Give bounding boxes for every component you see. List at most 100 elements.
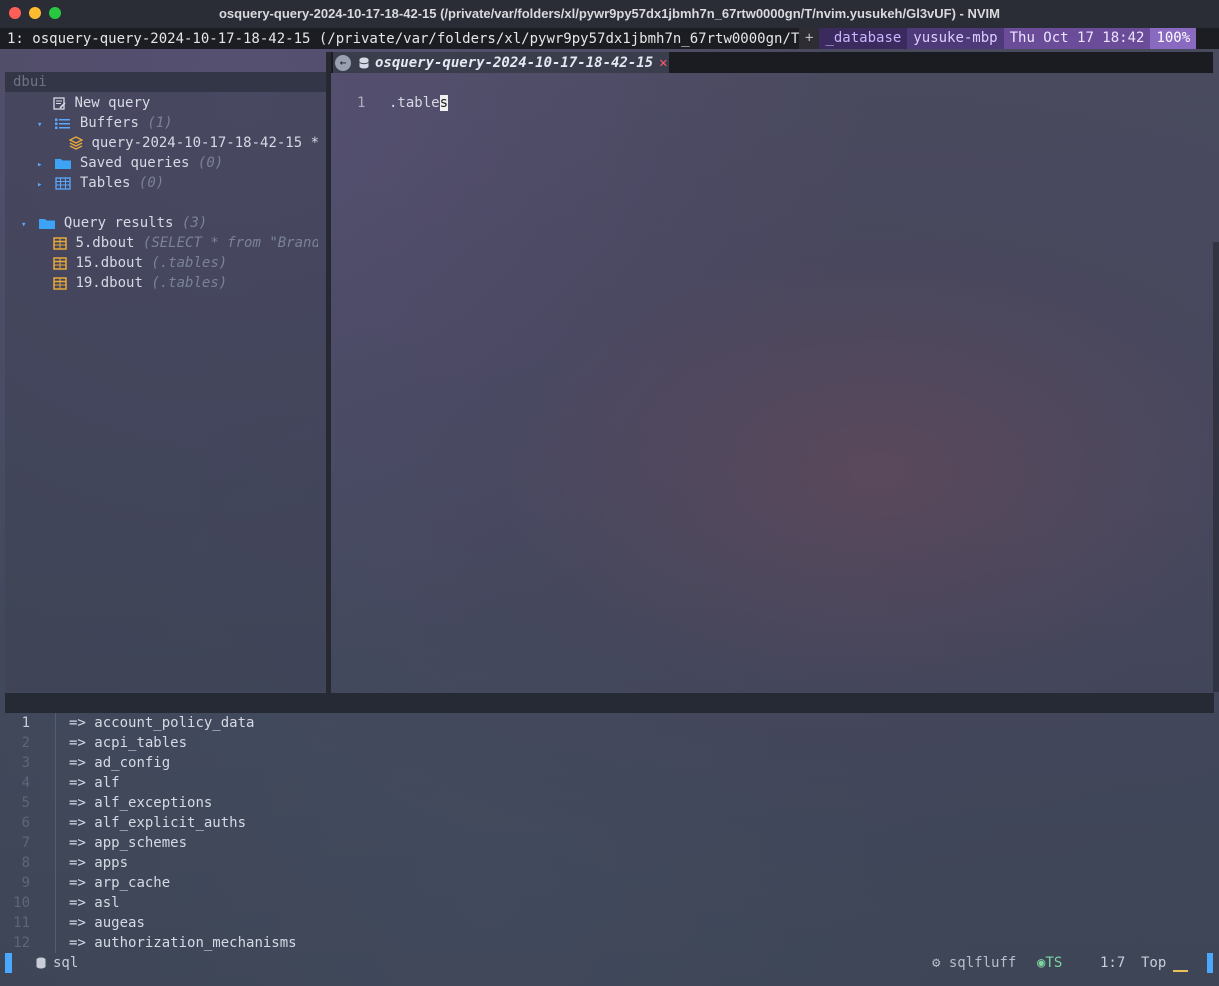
result-line-number: 2 xyxy=(21,735,30,751)
expanded-arrow-icon[interactable]: ▾ xyxy=(37,115,47,135)
tab-close-icon[interactable]: ✕ xyxy=(659,55,667,71)
result-table-icon xyxy=(53,275,75,291)
tab-osquery-query[interactable]: ← osquery-query-2024-10-17-18-42-15 ✕ xyxy=(333,52,669,73)
tree-item-buffers[interactable]: ▾ Buffers (1) xyxy=(37,113,173,133)
tab-title: osquery-query-2024-10-17-18-42-15 xyxy=(375,54,654,71)
result-row[interactable]: => account_policy_data xyxy=(69,713,254,733)
result-row[interactable]: => augeas xyxy=(69,913,145,933)
result-detail: (.tables) xyxy=(151,275,228,291)
tree-item-result[interactable]: 5.dbout (SELECT * from "Brands" xyxy=(53,233,318,253)
result-row[interactable]: => authorization_mechanisms xyxy=(69,933,297,953)
tmux-datetime: Thu Oct 17 18:42 xyxy=(1003,28,1151,49)
editor-cursor: s xyxy=(439,95,449,111)
result-row[interactable]: => alf_explicit_auths xyxy=(69,813,246,833)
mode-indicator xyxy=(5,953,12,973)
tree-item-label: Tables xyxy=(79,175,131,191)
treesitter-status: ◉TS xyxy=(1037,953,1062,973)
tmux-status-bar: 1: osquery-query-2024-10-17-18-42-15 (/p… xyxy=(0,28,1219,49)
result-table-name: arp_cache xyxy=(94,875,171,891)
editor-scrollbar[interactable] xyxy=(1213,242,1219,692)
result-line-number: 6 xyxy=(21,815,30,831)
right-indicator xyxy=(1207,953,1213,973)
result-arrow: => xyxy=(69,915,86,931)
result-row[interactable]: => ad_config xyxy=(69,753,170,773)
result-arrow: => xyxy=(69,855,86,871)
result-line-number: 7 xyxy=(21,835,30,851)
folder-icon xyxy=(31,215,64,231)
tree-item-result[interactable]: 19.dbout (.tables) xyxy=(53,273,227,293)
horizontal-split-divider[interactable] xyxy=(5,693,1214,713)
results-count: (3) xyxy=(181,215,208,231)
result-detail: (.tables) xyxy=(151,255,228,271)
tree-item-saved-queries[interactable]: ▸ Saved queries (0) xyxy=(37,153,223,173)
gears-icon: ⚙ xyxy=(932,955,941,971)
result-line-number: 10 xyxy=(13,895,30,911)
filetype: sql xyxy=(53,955,79,971)
result-table-name: augeas xyxy=(94,915,145,931)
result-row[interactable]: => acpi_tables xyxy=(69,733,187,753)
tree-item-query-results[interactable]: ▾ Query results (3) xyxy=(21,213,207,233)
expanded-arrow-icon[interactable]: ▾ xyxy=(21,215,31,235)
result-row[interactable]: => arp_cache xyxy=(69,873,170,893)
new-query-icon xyxy=(53,95,74,111)
tmux-new-window[interactable]: + xyxy=(799,28,820,49)
list-icon xyxy=(47,115,80,131)
result-arrow: => xyxy=(69,935,86,951)
result-row[interactable]: => alf xyxy=(69,773,120,793)
tree-item-buffer[interactable]: query-2024-10-17-18-42-15 * xyxy=(69,133,319,153)
tree-item-label: Buffers xyxy=(79,115,139,131)
tables-count: (0) xyxy=(138,175,165,191)
buffers-count: (1) xyxy=(147,115,173,131)
database-icon xyxy=(36,953,46,973)
folder-icon xyxy=(47,155,80,171)
scroll-position: Top xyxy=(1141,955,1167,971)
nvim-tabline: ← osquery-query-2024-10-17-18-42-15 ✕ xyxy=(331,52,1213,73)
tmux-window-name[interactable]: 1: osquery-query-2024-10-17-18-42-15 (/p… xyxy=(0,31,799,47)
result-line-number: 5 xyxy=(21,795,30,811)
result-line-number: 1 xyxy=(21,715,30,731)
result-table-name: app_schemes xyxy=(94,835,188,851)
result-name: 19.dbout xyxy=(75,275,143,291)
tree-item-label: query-2024-10-17-18-42-15 * xyxy=(91,135,320,151)
tmux-session-name: _database xyxy=(819,28,908,49)
tree-item-new-query[interactable]: New query xyxy=(53,93,150,113)
tmux-hostname: yusuke-mbp xyxy=(907,28,1004,49)
back-arrow-icon[interactable]: ← xyxy=(335,54,351,71)
sidebar-header: dbui xyxy=(5,72,326,92)
result-arrow: => xyxy=(69,895,86,911)
result-table-name: account_policy_data xyxy=(94,715,255,731)
result-row[interactable]: => asl xyxy=(69,893,120,913)
result-table-name: apps xyxy=(94,855,129,871)
result-name: 15.dbout xyxy=(75,255,143,271)
tree-item-result[interactable]: 15.dbout (.tables) xyxy=(53,253,227,273)
window-titlebar: osquery-query-2024-10-17-18-42-15 (/priv… xyxy=(0,0,1219,28)
tree-item-tables[interactable]: ▸ Tables (0) xyxy=(37,173,164,193)
collapsed-arrow-icon[interactable]: ▸ xyxy=(37,155,47,175)
result-arrow: => xyxy=(69,835,86,851)
result-arrow: => xyxy=(69,735,86,751)
result-arrow: => xyxy=(69,775,86,791)
editor-line[interactable]: .tables xyxy=(389,93,449,113)
layers-icon xyxy=(69,135,91,151)
vertical-split-divider[interactable] xyxy=(326,52,331,693)
cursor-position: 1:7 xyxy=(1100,955,1126,971)
result-row[interactable]: => app_schemes xyxy=(69,833,187,853)
result-line-number: 12 xyxy=(13,935,30,951)
result-table-icon xyxy=(53,235,75,251)
saved-count: (0) xyxy=(197,155,224,171)
result-table-name: alf_explicit_auths xyxy=(94,815,247,831)
result-row[interactable]: => alf_exceptions xyxy=(69,793,212,813)
editor-text: .table xyxy=(389,95,440,111)
result-arrow: => xyxy=(69,715,86,731)
result-table-name: alf_exceptions xyxy=(94,795,213,811)
linter-status: ⚙ sqlfluff xyxy=(932,953,1016,973)
editor-line-number: 1 xyxy=(357,95,366,111)
tree-item-label: New query xyxy=(74,95,151,111)
collapsed-arrow-icon[interactable]: ▸ xyxy=(37,175,47,195)
indent-guide xyxy=(55,713,56,953)
result-name: 5.dbout xyxy=(75,235,135,251)
table-icon xyxy=(47,175,80,191)
result-line-number: 3 xyxy=(21,755,30,771)
result-row[interactable]: => apps xyxy=(69,853,128,873)
result-table-name: asl xyxy=(94,895,120,911)
